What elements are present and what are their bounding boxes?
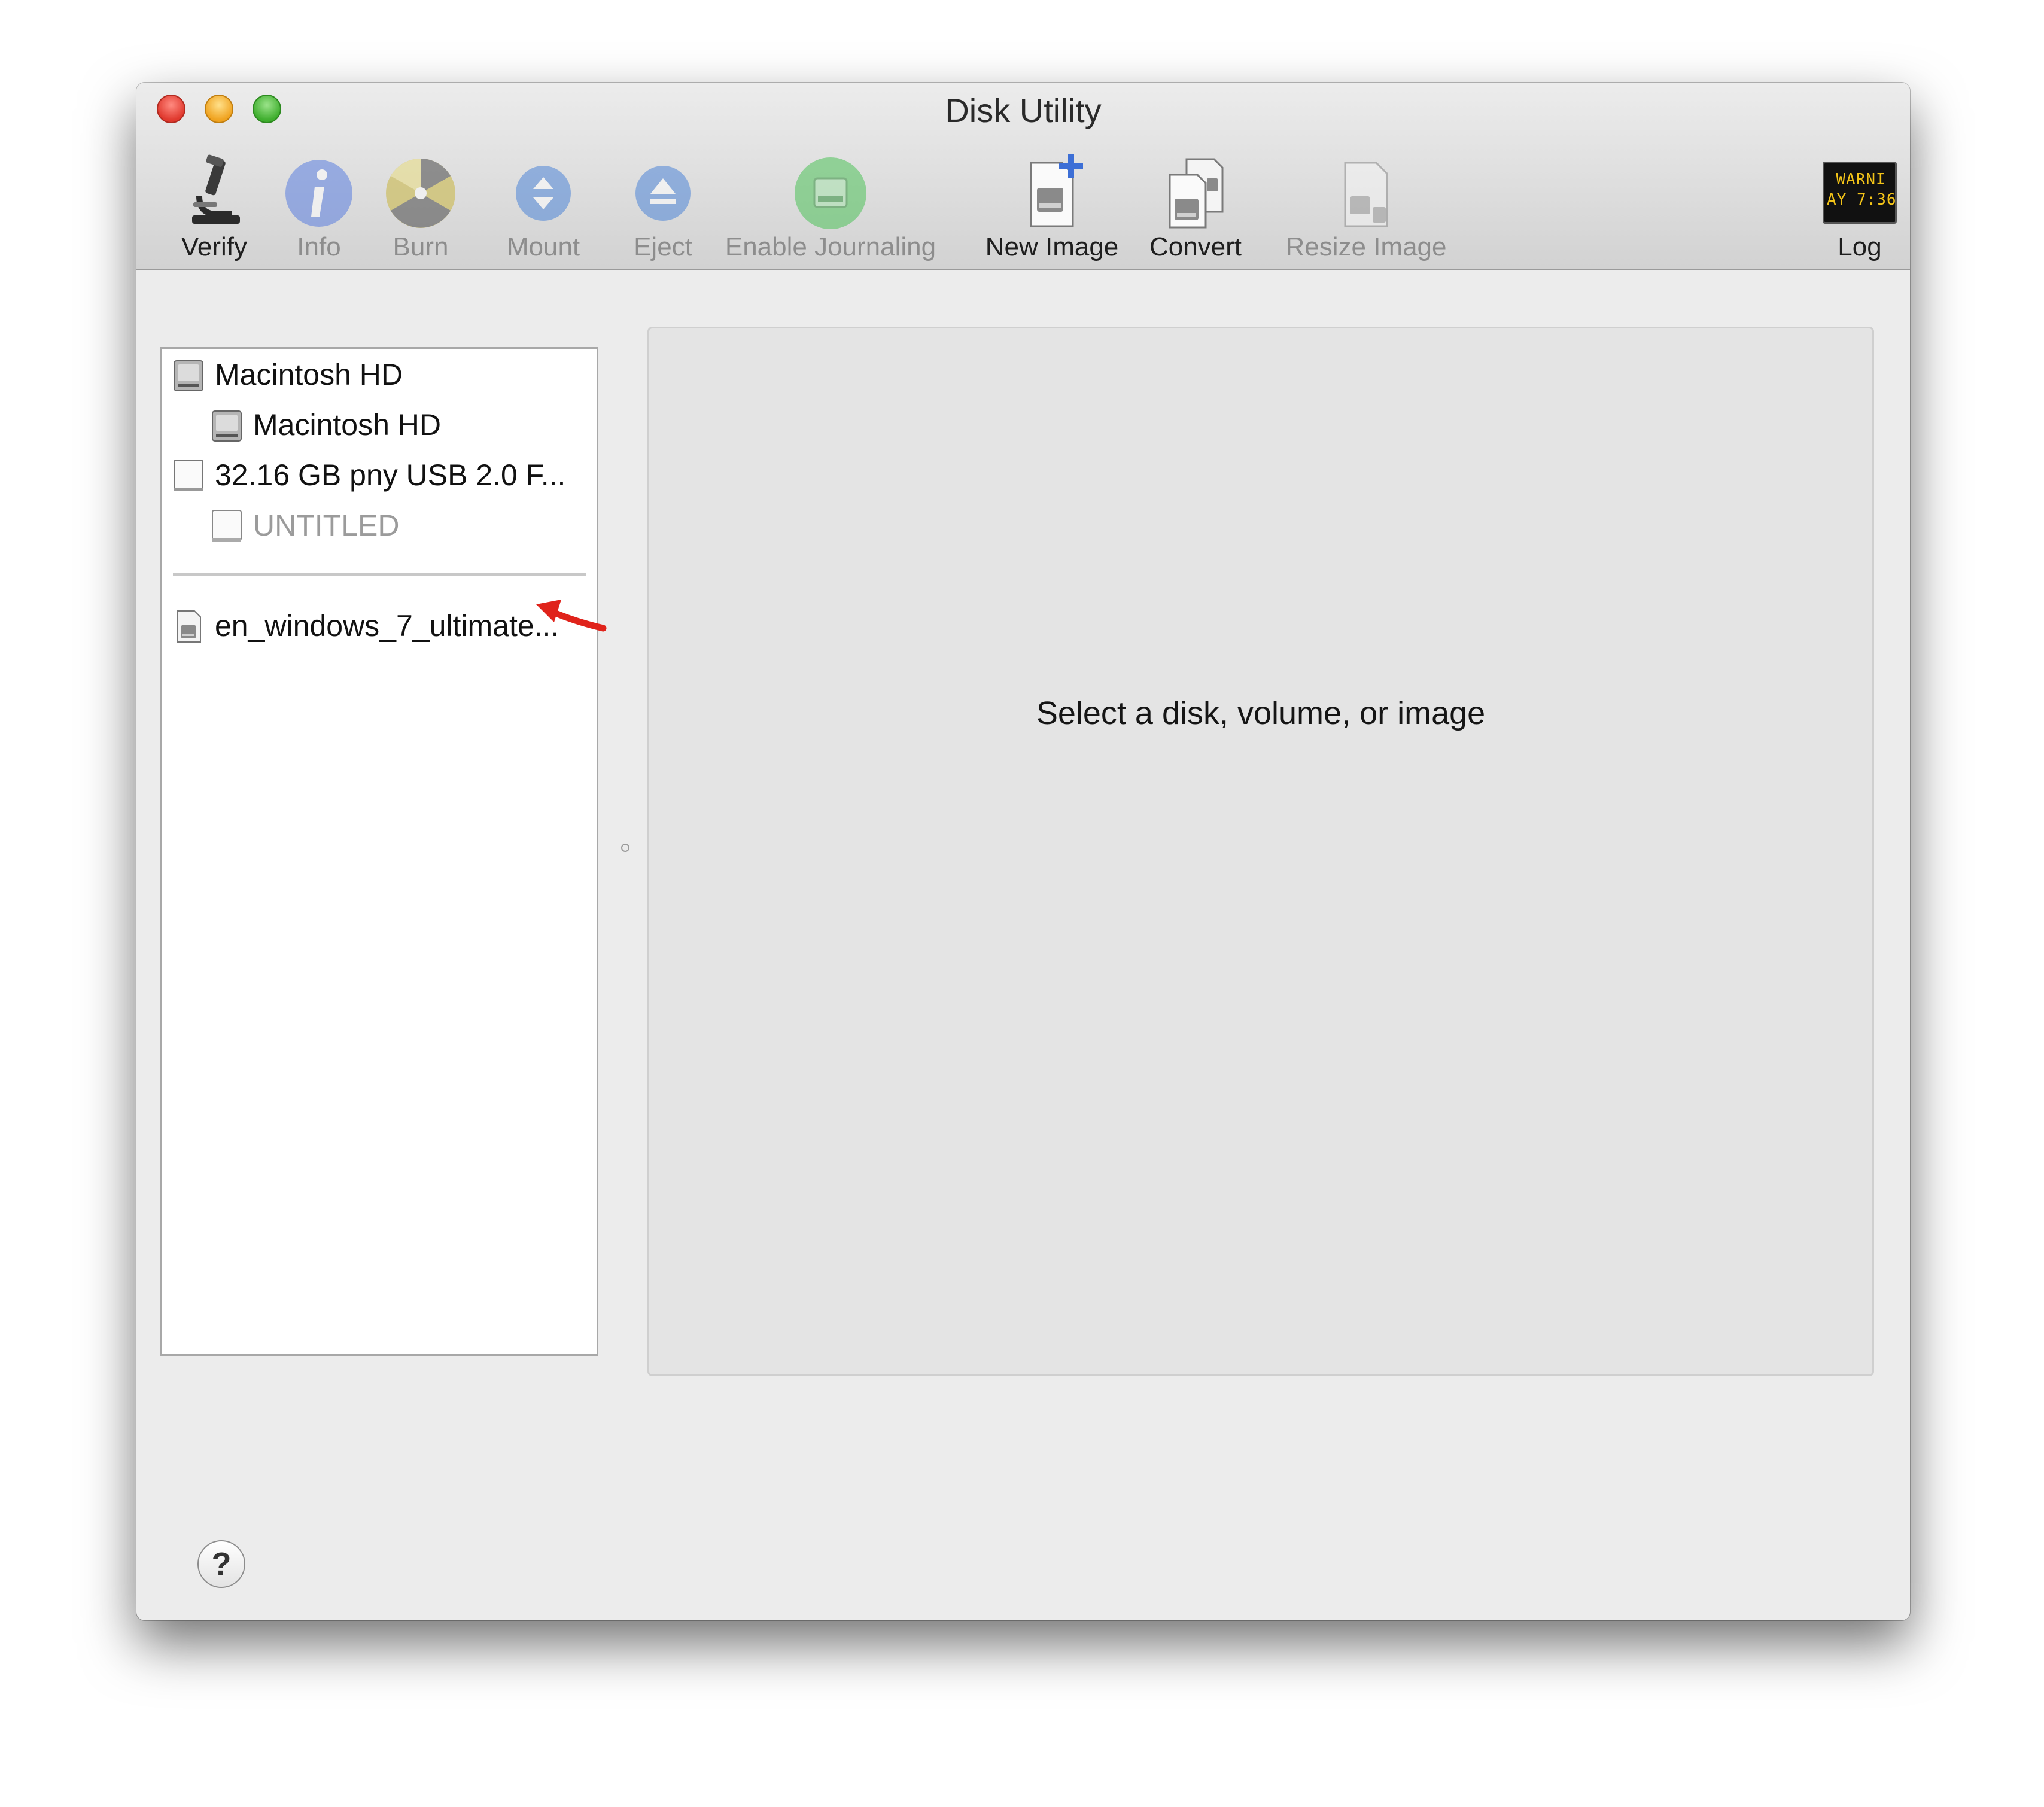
mount-icon — [516, 166, 571, 221]
info-label: Info — [297, 232, 341, 261]
log-label: Log — [1838, 232, 1882, 261]
sidebar-item-label: Macintosh HD — [253, 408, 441, 442]
microscope-icon — [192, 154, 240, 224]
annotation-arrow-icon — [536, 600, 607, 632]
mount-button[interactable]: Mount — [483, 150, 603, 269]
convert-label: Convert — [1149, 232, 1242, 261]
window-title: Disk Utility — [945, 92, 1102, 129]
burn-button[interactable]: Burn — [370, 150, 472, 269]
placeholder-message: Select a disk, volume, or image — [1036, 695, 1486, 731]
journaling-icon — [795, 157, 866, 229]
enable-journaling-button[interactable]: Enable Journaling — [705, 150, 956, 269]
hard-disk-icon — [212, 410, 242, 442]
sidebar-item-label: UNTITLED — [253, 509, 400, 542]
eject-icon — [635, 166, 691, 221]
resize-image-label: Resize Image — [1285, 232, 1447, 261]
enable-journaling-label: Enable Journaling — [725, 232, 936, 261]
disk-utility-window: Disk Utility Verify Info Burn Mount Ejec… — [136, 83, 1910, 1620]
log-badge-text: WARNI AY 7:36 — [1827, 171, 1897, 209]
disk-image-icon — [177, 610, 201, 643]
list-item[interactable]: 32.16 GB pny USB 2.0 F... — [162, 452, 597, 497]
info-button[interactable]: Info — [268, 150, 370, 269]
info-icon — [285, 160, 352, 227]
usb-drive-icon — [174, 460, 203, 491]
convert-button[interactable]: Convert — [1118, 150, 1273, 269]
hard-disk-icon — [174, 360, 203, 391]
list-item[interactable]: UNTITLED — [162, 502, 597, 547]
sidebar-item-label: 32.16 GB pny USB 2.0 F... — [215, 458, 566, 492]
sidebar-item-label: en_windows_7_ultimate... — [215, 609, 559, 643]
convert-icon — [1169, 158, 1224, 229]
help-button[interactable]: ? — [197, 1540, 245, 1588]
list-item[interactable]: Macintosh HD — [162, 351, 597, 397]
list-item[interactable]: Macintosh HD — [162, 401, 597, 447]
split-view-handle[interactable] — [621, 844, 629, 852]
verify-label: Verify — [181, 232, 248, 261]
sidebar-item-label: Macintosh HD — [215, 358, 403, 391]
resize-image-icon — [1344, 162, 1388, 227]
burn-icon — [386, 159, 455, 228]
detail-pane: Select a disk, volume, or image — [647, 327, 1874, 1376]
titlebar-toolbar: Disk Utility Verify Info Burn Mount Ejec… — [136, 83, 1910, 270]
disk-list[interactable]: Macintosh HD Macintosh HD 32.16 GB pny U… — [160, 347, 598, 1356]
new-image-icon — [1030, 154, 1083, 227]
log-button[interactable]: WARNI AY 7:36 Log — [1818, 150, 1902, 269]
verify-button[interactable]: Verify — [154, 150, 274, 269]
mount-label: Mount — [506, 232, 580, 261]
burn-label: Burn — [393, 232, 449, 261]
resize-image-button[interactable]: Resize Image — [1255, 150, 1477, 269]
usb-volume-icon — [212, 510, 242, 542]
log-icon: WARNI AY 7:36 — [1823, 162, 1897, 224]
sidebar-separator — [173, 573, 586, 576]
